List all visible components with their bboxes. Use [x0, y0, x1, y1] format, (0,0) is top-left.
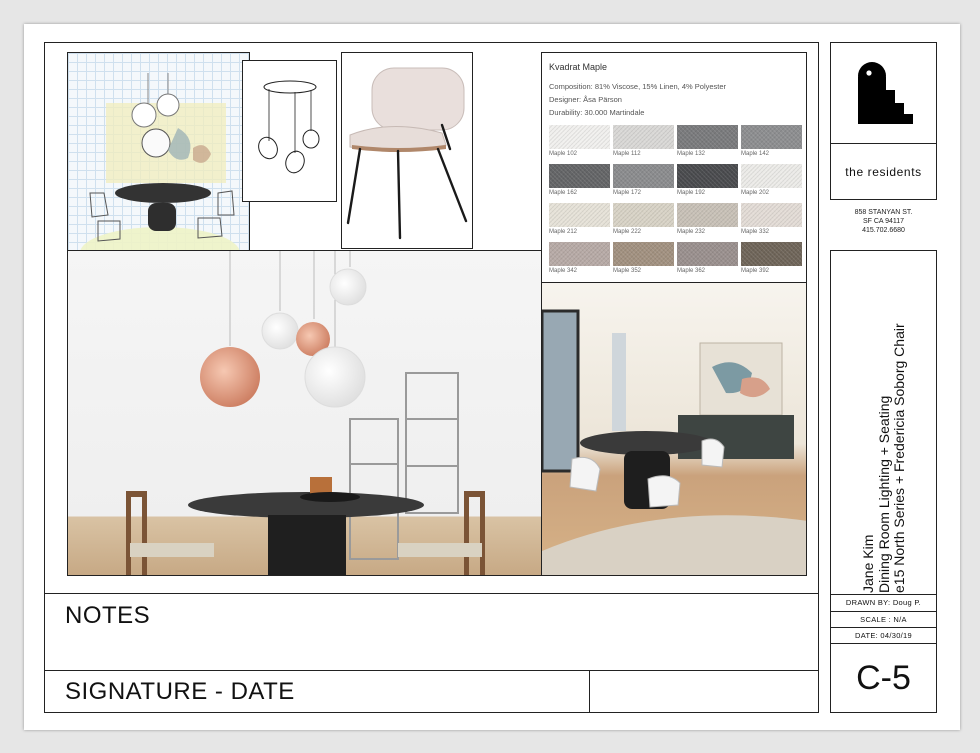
signature-divider: [589, 671, 590, 713]
notes-section: NOTES: [45, 593, 818, 671]
project-title-rotated: Jane Kim Dining Room Lighting + Seating …: [859, 255, 908, 593]
fabric-swatch-label: Maple 232: [677, 229, 706, 235]
fabric-swatch-label: Maple 142: [741, 151, 770, 157]
fabric-swatch-chip: [613, 203, 674, 227]
fabric-swatch-label: Maple 362: [677, 268, 706, 274]
residents-logo-icon: [858, 62, 913, 124]
address-city: SF CA 94117: [862, 218, 905, 225]
fabric-swatch: Maple 172: [613, 164, 674, 202]
project-name: Dining Room Lighting + Seating: [875, 395, 892, 593]
scale: SCALE : N/A: [831, 612, 936, 629]
chair-illustration: [346, 67, 468, 240]
signature-section: SIGNATURE - DATE: [45, 670, 818, 713]
fabric-swatch: Maple 392: [741, 242, 802, 280]
fabric-swatch: Maple 202: [741, 164, 802, 202]
installed-room-photo: [541, 282, 807, 576]
client-name: Jane Kim: [859, 534, 876, 593]
project-info-box: Jane Kim Dining Room Lighting + Seating …: [830, 250, 937, 595]
pendant-line-diagram: [242, 60, 337, 202]
fabric-swatch-chip: [613, 242, 674, 266]
fabric-swatch-chip: [677, 203, 738, 227]
fabric-swatch: Maple 212: [549, 203, 610, 241]
fabric-swatch-label: Maple 192: [677, 190, 706, 196]
fabric-swatch-chip: [677, 125, 738, 149]
drawn-by: DRAWN BY: Doug P.: [831, 595, 936, 612]
fabric-swatch-chip: [677, 242, 738, 266]
fabric-swatch-chip: [677, 164, 738, 188]
fabric-swatch: Maple 112: [613, 125, 674, 163]
fabric-swatch: Maple 232: [677, 203, 738, 241]
fabric-durability: Durability: 30.000 Martindale: [549, 108, 645, 117]
pendant-dining-photo: [67, 250, 542, 576]
fabric-swatch-label: Maple 392: [741, 268, 770, 274]
brand-name: the residents: [845, 164, 922, 179]
fabric-swatch-card: Kvadrat Maple Composition: 81% Viscose, …: [541, 52, 807, 283]
dining-photo-illustration: [126, 251, 485, 575]
fabric-swatch-label: Maple 112: [613, 151, 641, 157]
fabric-swatch: Maple 342: [549, 242, 610, 280]
fabric-swatch-label: Maple 102: [549, 151, 578, 157]
logo-box: [830, 42, 937, 144]
sheet-number: C-5: [856, 658, 911, 697]
fabric-swatch: Maple 102: [549, 125, 610, 163]
fabric-swatch-chip: [613, 164, 674, 188]
soborg-chair-photo: [341, 52, 473, 249]
address-street: 858 STANYAN ST.: [854, 209, 913, 216]
fabric-swatch: Maple 332: [741, 203, 802, 241]
fabric-swatch: Maple 142: [741, 125, 802, 163]
fabric-swatch-label: Maple 332: [741, 229, 770, 235]
sheet-number-box: C-5: [830, 643, 937, 713]
fabric-swatch: Maple 162: [549, 164, 610, 202]
fabric-swatch-chip: [549, 125, 610, 149]
drawing-info-box: DRAWN BY: Doug P. SCALE : N/A DATE: 04/3…: [830, 594, 937, 644]
fabric-swatch-chip: [613, 125, 674, 149]
product-names: e15 North Series + Fredericia Soborg Cha…: [890, 323, 907, 593]
fabric-swatch-chip: [741, 164, 802, 188]
fabric-swatch-label: Maple 132: [677, 151, 706, 157]
fabric-composition: Composition: 81% Viscose, 15% Linen, 4% …: [549, 82, 727, 91]
fabric-swatch-chip: [741, 203, 802, 227]
room-photo-illustration: [542, 309, 806, 575]
title-block: the residents 858 STANYAN ST. SF CA 9411…: [830, 42, 937, 713]
fabric-swatch-chip: [549, 164, 610, 188]
fabric-swatch: Maple 362: [677, 242, 738, 280]
drawing-sheet: Kvadrat Maple Composition: 81% Viscose, …: [24, 24, 960, 730]
address-phone: 415.702.6680: [862, 227, 905, 234]
fabric-swatch-label: Maple 222: [613, 229, 642, 235]
fabric-swatch-chip: [549, 242, 610, 266]
brand-box: the residents: [830, 143, 937, 200]
fabric-designer: Designer: Åsa Pärson: [549, 95, 622, 104]
fabric-swatch: Maple 352: [613, 242, 674, 280]
fabric-swatch-label: Maple 202: [741, 190, 770, 196]
fabric-swatch: Maple 222: [613, 203, 674, 241]
notes-heading: NOTES: [65, 602, 151, 629]
fabric-swatch-label: Maple 172: [613, 190, 642, 196]
address-block: 858 STANYAN ST. SF CA 94117 415.702.6680: [830, 208, 937, 235]
fabric-swatch-label: Maple 162: [549, 190, 578, 196]
fabric-swatch-label: Maple 342: [549, 268, 578, 274]
signature-heading: SIGNATURE - DATE: [65, 678, 295, 705]
swatch-grid: Maple 102 Maple 112 Maple 132 Maple 142 Mapl…: [549, 125, 802, 280]
fabric-swatch-chip: [741, 242, 802, 266]
fabric-swatch-label: Maple 212: [549, 229, 578, 235]
pendant-diagram-illustration: [258, 80, 320, 174]
fabric-swatch-label: Maple 352: [613, 268, 642, 274]
fabric-swatch: Maple 132: [677, 125, 738, 163]
fabric-swatch-chip: [741, 125, 802, 149]
fabric-swatch-chip: [549, 203, 610, 227]
fabric-swatch: Maple 192: [677, 164, 738, 202]
fabric-title: Kvadrat Maple: [549, 62, 608, 72]
content-frame: Kvadrat Maple Composition: 81% Viscose, …: [44, 42, 819, 713]
